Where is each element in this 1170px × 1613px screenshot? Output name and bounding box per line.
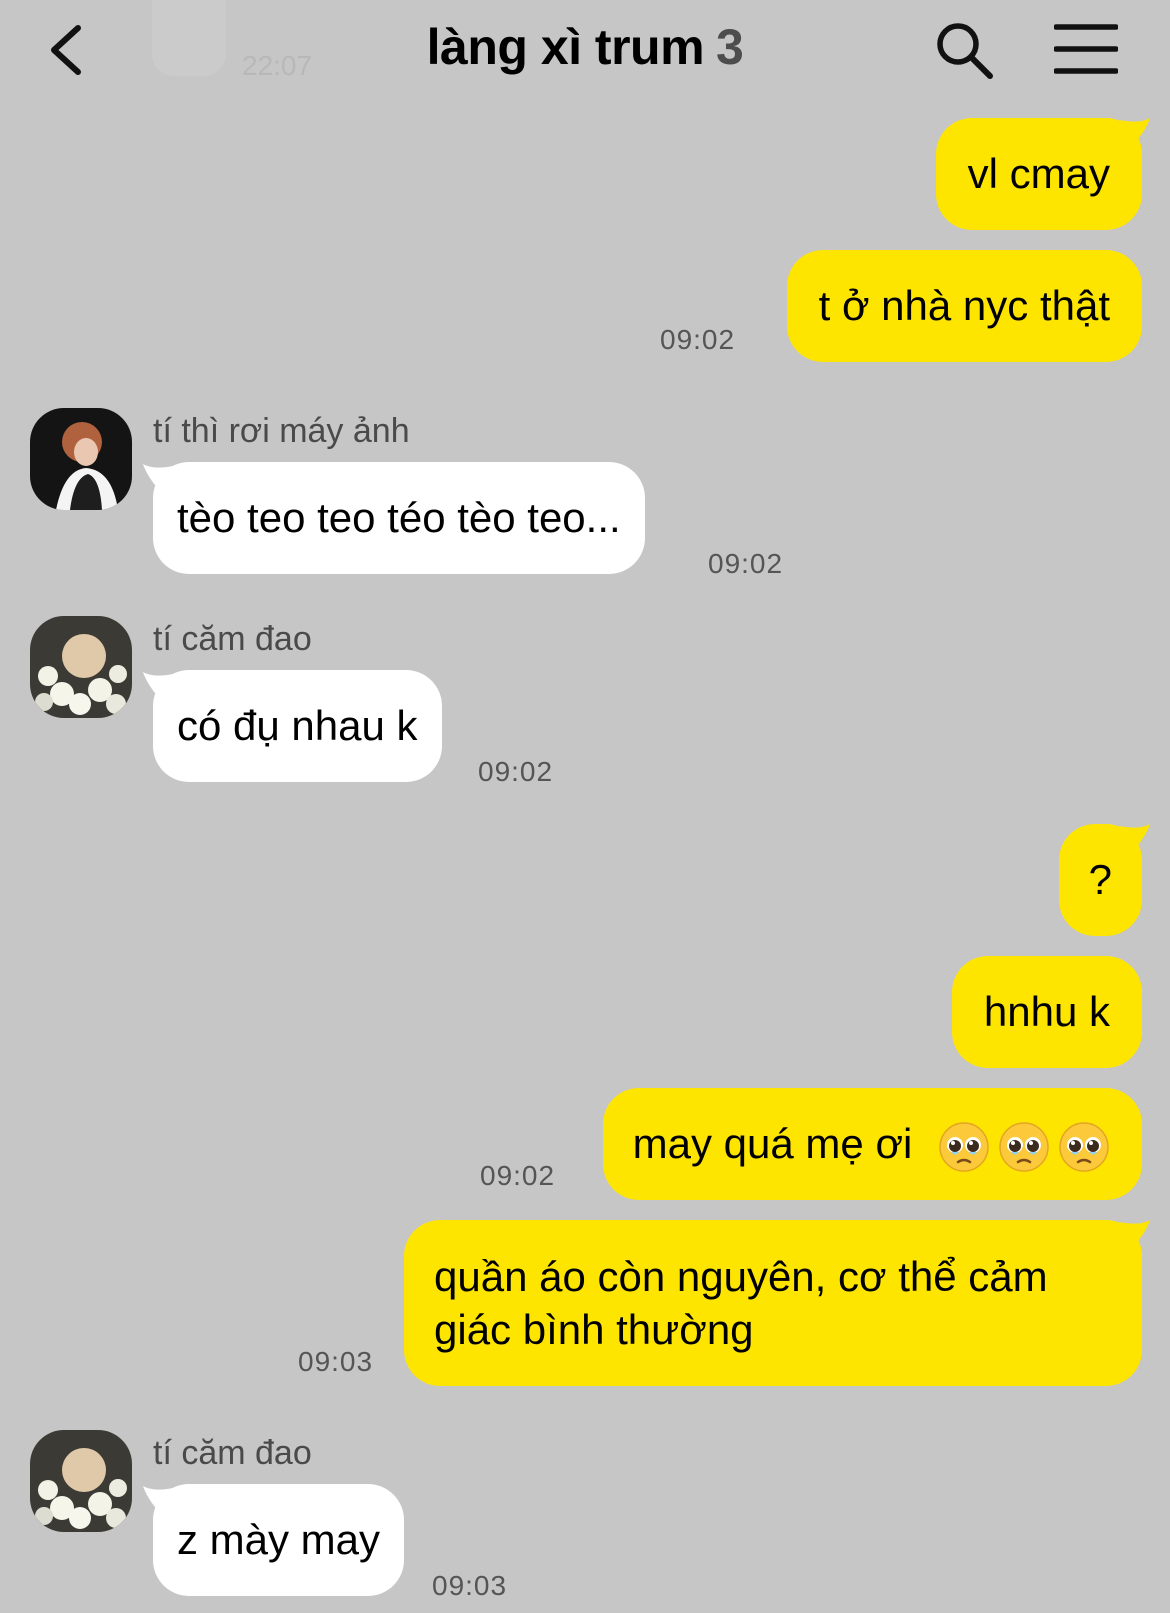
- their-message-bubble[interactable]: tèo teo teo téo tèo teo...: [153, 462, 645, 574]
- message-timestamp: 09:02: [480, 1160, 556, 1191]
- message-text: t ở nhà nyc thật: [818, 282, 1110, 329]
- my-message-bubble[interactable]: ?: [1058, 824, 1142, 936]
- message-text: tèo teo teo téo tèo teo...: [177, 494, 621, 541]
- my-message-bubble[interactable]: hnhu k: [951, 956, 1142, 1068]
- avatar-photo: [30, 1430, 132, 1532]
- message-timestamp: 09:02: [708, 548, 784, 579]
- message-timestamp: 09:02: [478, 756, 554, 787]
- avatar-photo: [30, 616, 132, 718]
- message-text-line: quần áo còn nguyên, cơ thể cảm: [434, 1253, 1048, 1300]
- menu-icon[interactable]: [1054, 22, 1118, 76]
- pleading-face-emoji: [1059, 1122, 1109, 1172]
- message-timestamp: 09:02: [660, 324, 736, 355]
- message-timestamp: 09:03: [432, 1570, 508, 1601]
- avatar[interactable]: [30, 1430, 132, 1532]
- member-count: 3: [716, 19, 744, 75]
- search-icon[interactable]: [934, 20, 996, 82]
- my-message-bubble[interactable]: vl cmay: [935, 118, 1142, 230]
- message-text: có đụ nhau k: [177, 702, 418, 749]
- sender-name: tí căm đao: [153, 1434, 312, 1472]
- message-text: ?: [1088, 856, 1112, 903]
- pleading-face-emoji: [999, 1122, 1049, 1172]
- chat-name: làng xì trum: [426, 19, 705, 75]
- pleading-face-emoji: [939, 1122, 989, 1172]
- avatar[interactable]: [30, 408, 132, 510]
- my-message-bubble[interactable]: t ở nhà nyc thật: [786, 250, 1142, 362]
- their-message-bubble[interactable]: có đụ nhau k: [153, 670, 442, 782]
- their-message-bubble[interactable]: z mày may: [153, 1484, 405, 1596]
- sender-name: tí căm đao: [153, 620, 312, 658]
- avatar[interactable]: [30, 616, 132, 718]
- sender-name: tí thì rơi máy ảnh: [153, 412, 410, 450]
- message-text: vl cmay: [967, 150, 1110, 197]
- chat-header: làng xì trum 3: [0, 0, 1170, 100]
- my-message-bubble[interactable]: may quá mẹ ơi: [602, 1088, 1142, 1200]
- message-text: z mày may: [177, 1516, 381, 1563]
- avatar-photo: [30, 408, 132, 510]
- message-timestamp: 09:03: [298, 1346, 374, 1377]
- my-message-bubble[interactable]: quần áo còn nguyên, cơ thể cảm giác bình…: [404, 1220, 1142, 1386]
- message-text-line: giác bình thường: [434, 1306, 754, 1353]
- message-text: hnhu k: [983, 988, 1110, 1035]
- message-text: may quá mẹ ơi: [632, 1120, 913, 1167]
